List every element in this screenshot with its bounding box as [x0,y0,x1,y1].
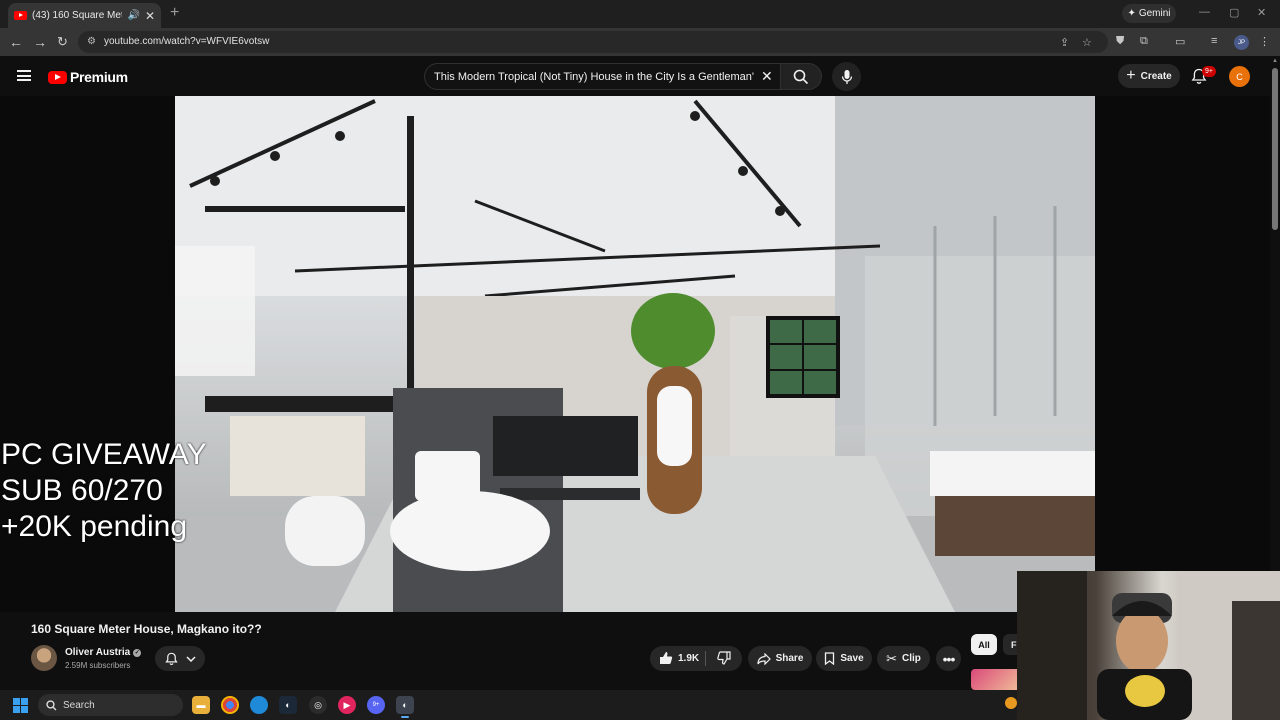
media-player-icon[interactable]: ▶ [338,696,356,714]
chevron-down-icon [185,655,196,662]
thumbs-down-icon [717,651,731,665]
save-label: Save [840,653,864,664]
discord-badge: 9+ [372,702,380,708]
bathroom-showroom-scene [175,96,1095,612]
address-bar[interactable]: ⚙ youtube.com/watch?v=WFVIE6votsw ⇪ ☆ [78,31,1108,53]
windows-start-icon[interactable] [13,698,28,713]
youtube-premium-logo[interactable]: Premium [48,69,128,85]
scroll-up-icon[interactable]: ▲ [1272,58,1278,64]
youtube-play-logo-icon [48,70,67,84]
gemini-sparkle-icon: ✦ [1127,8,1136,19]
youtube-favicon-icon [14,11,27,20]
browser-tab[interactable]: (43) 160 Square Meter House, Magkano ito… [8,3,161,28]
clip-label: Clip [902,653,921,664]
minimize-icon[interactable]: — [1199,6,1210,18]
voice-search-button[interactable] [832,62,861,91]
bell-icon [164,652,178,665]
share-button[interactable]: Share [748,646,812,671]
microphone-icon [841,69,852,84]
extensions-puzzle-icon[interactable]: ⧉ [1140,35,1148,48]
create-button[interactable]: + Create [1118,64,1180,88]
forward-icon[interactable]: → [33,34,47,50]
browser-menu-icon[interactable]: ⋮ [1259,35,1270,48]
taskbar-search[interactable]: Search [38,694,183,716]
back-icon[interactable]: ← [9,34,23,50]
steam-icon[interactable]: ◐ [279,696,297,714]
channel-avatar[interactable] [31,645,57,671]
plus-icon: + [1126,67,1136,84]
edge-icon[interactable] [250,696,268,714]
streamer-webcam-overlay [1017,571,1280,720]
cast-icon[interactable]: ▭ [1175,35,1185,48]
video-frame[interactable] [175,96,1095,612]
create-label: Create [1140,70,1172,82]
subscription-notifications-button[interactable] [155,646,205,671]
maximize-icon[interactable]: ▢ [1229,6,1239,19]
thumbs-up-icon [660,652,673,664]
channel-name-row[interactable]: Oliver Austria ✓ [65,647,142,658]
window-close-icon[interactable]: ✕ [1257,6,1266,19]
system-tray-icon[interactable] [1005,697,1017,709]
tab-close-icon[interactable]: ✕ [145,9,155,23]
file-explorer-icon[interactable]: ▬ [192,696,210,714]
like-dislike-group: 1.9K [650,646,742,671]
hamburger-menu-icon[interactable] [17,70,31,81]
giveaway-overlay-text: PC GIVEAWAY SUB 60/270 +20K pending [1,437,207,545]
shield-extension-icon[interactable]: ⛊ [1116,35,1124,48]
clip-button[interactable]: ✂ Clip [877,646,930,671]
verified-check-icon: ✓ [133,648,142,657]
browser-toolbar: ← → ↻ ⚙ youtube.com/watch?v=WFVIE6votsw … [0,28,1280,56]
notification-count-badge: 9+ [1202,66,1216,77]
giveaway-line-3: +20K pending [1,510,188,543]
browser-profile-avatar[interactable]: JP [1234,35,1249,50]
scrollbar-thumb[interactable] [1272,68,1278,230]
browser-tab-bar: (43) 160 Square Meter House, Magkano ito… [0,0,1280,28]
youtube-brand-text: Premium [70,69,128,85]
bookmark-star-icon[interactable]: ☆ [1082,36,1092,49]
bookmark-icon [825,652,835,665]
giveaway-line-1: PC GIVEAWAY [1,438,207,471]
clear-search-icon[interactable]: ✕ [761,69,773,83]
install-app-icon[interactable]: ⇪ [1060,36,1069,49]
dislike-button[interactable] [717,651,731,665]
search-icon [46,699,57,710]
youtube-masthead: Premium ✕ + Create [0,56,1270,96]
media-controls-icon[interactable]: ≡ [1211,35,1217,47]
search-icon [793,69,809,84]
filter-chip-all[interactable]: All [971,634,997,655]
giveaway-line-2: SUB 60/270 [1,474,163,507]
speaker-icon[interactable]: 🔊 [127,10,139,21]
more-horizontal-icon: ••• [942,650,956,667]
save-button[interactable]: Save [816,646,872,671]
windows-taskbar: Search ▬ ◐ ◎ ▶ 9+ ◐ [0,690,1017,720]
video-title: 160 Square Meter House, Magkano ito?? [31,622,262,636]
share-arrow-icon [756,652,771,665]
taskbar-search-label: Search [63,699,95,711]
steam-active-icon[interactable]: ◐ [396,696,414,718]
search-button[interactable] [780,63,822,90]
gemini-button[interactable]: ✦ Gemini [1122,4,1176,23]
share-label: Share [775,653,804,664]
new-tab-button[interactable]: + [170,5,179,21]
like-button[interactable]: 1.9K [659,651,699,665]
channel-name[interactable]: Oliver Austria [65,647,130,658]
like-divider [705,651,706,666]
reload-icon[interactable]: ↻ [57,34,68,50]
subscriber-count: 2.59M subscribers [65,661,131,670]
search-box [424,63,780,90]
site-info-icon[interactable]: ⚙ [87,36,96,47]
discord-icon[interactable]: 9+ [367,696,385,714]
tab-title: (43) 160 Square Meter House, Magkano ito… [32,10,122,21]
app-generic-icon[interactable]: ◎ [309,696,327,714]
more-actions-button[interactable]: ••• [936,646,961,671]
url-text: youtube.com/watch?v=WFVIE6votsw [104,36,270,47]
gemini-label: Gemini [1138,8,1171,19]
like-count: 1.9K [678,652,700,664]
chrome-icon[interactable] [221,696,239,714]
streamer-webcam-image [1017,571,1280,720]
account-avatar[interactable]: C [1229,66,1250,87]
recommended-video-thumbnail[interactable] [971,669,1023,690]
search-input[interactable] [434,69,754,85]
scissors-icon: ✂ [886,650,897,666]
